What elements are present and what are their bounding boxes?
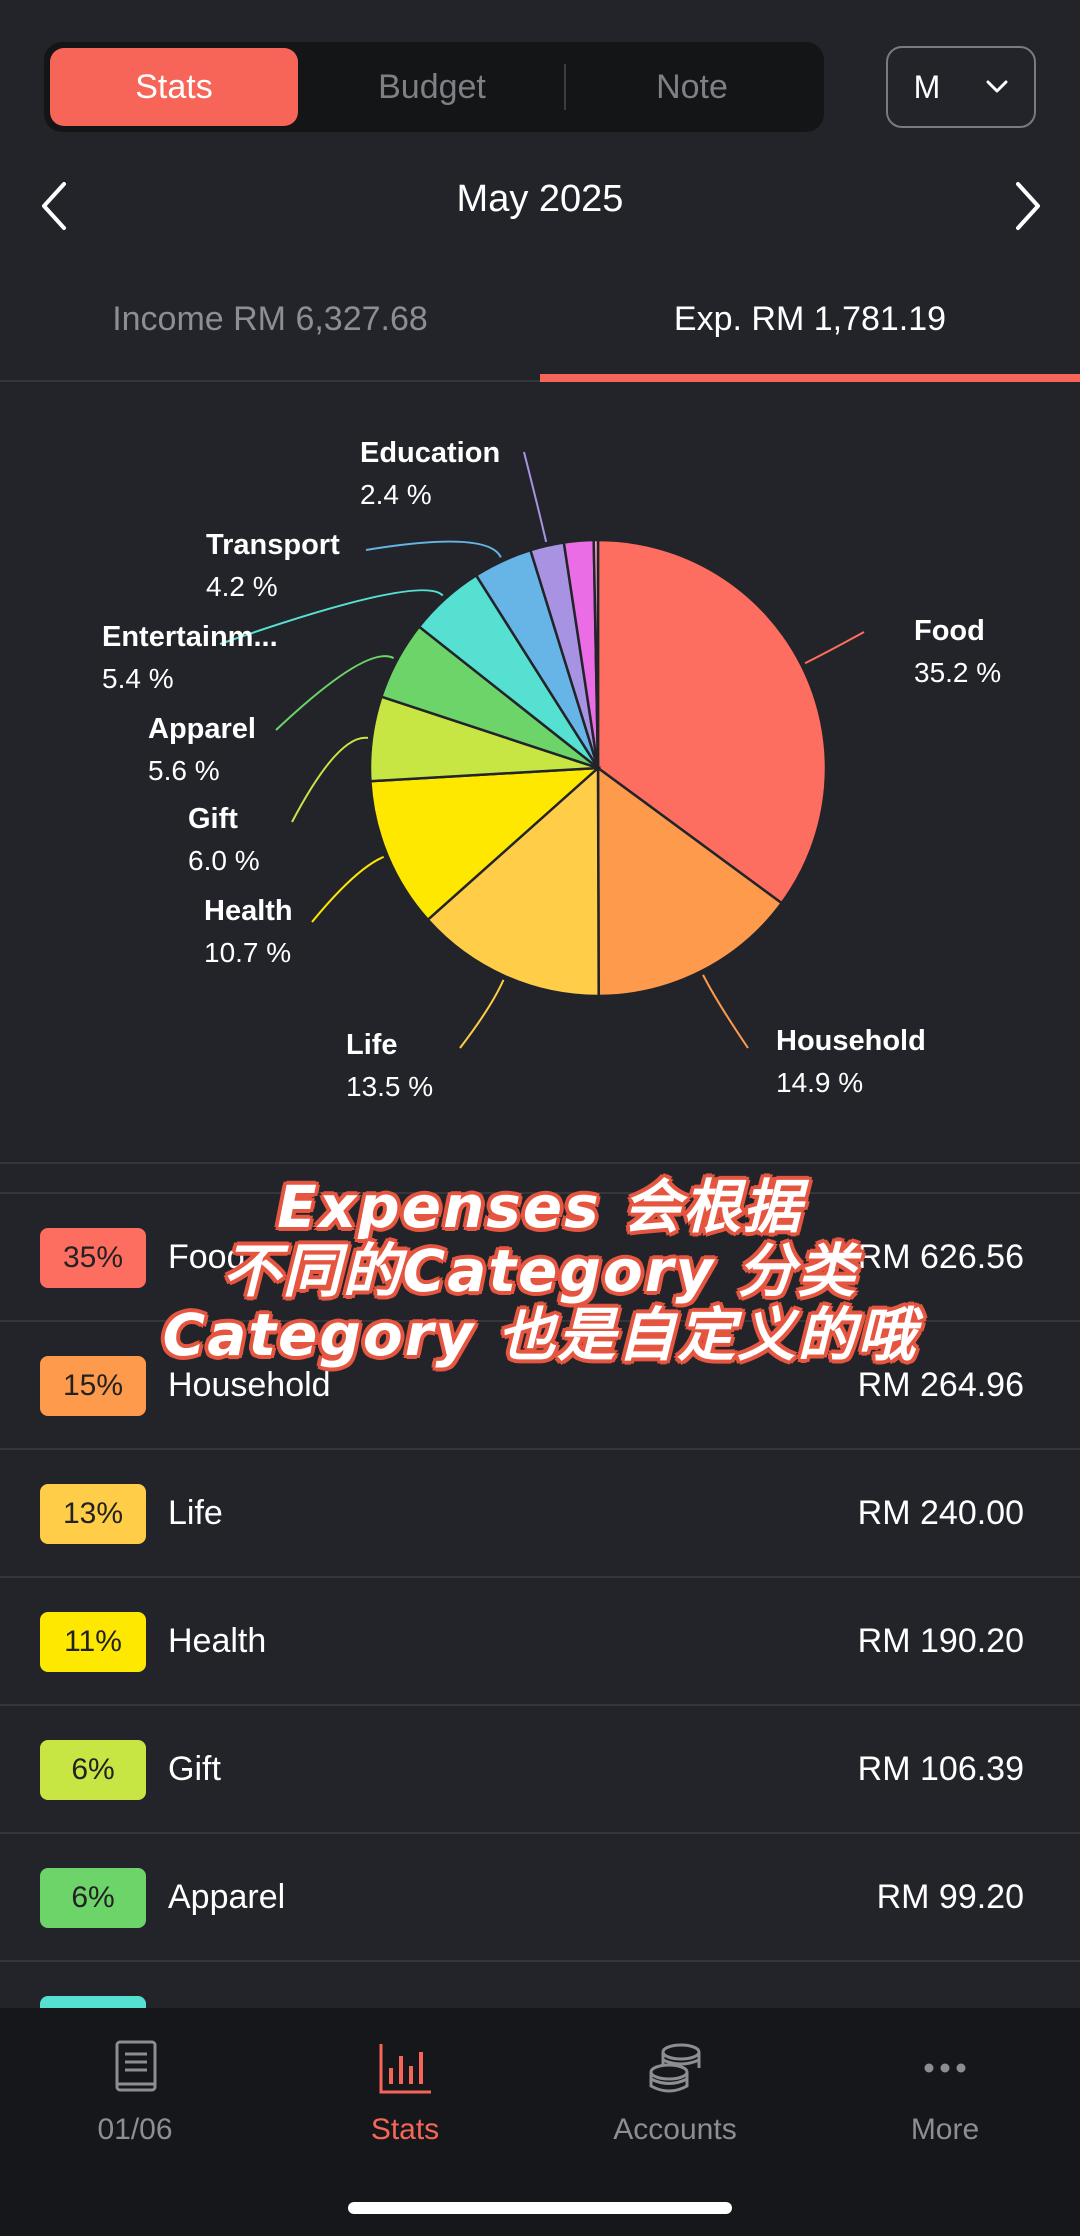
leader-line: [702, 974, 749, 1049]
leader-line: [311, 855, 385, 923]
coins-icon: [649, 2043, 701, 2093]
chevron-down-icon: [986, 80, 1008, 93]
book-icon: [115, 2040, 157, 2092]
caption-line-3: Category 也是自定义的哦: [162, 1301, 918, 1369]
category-amount: RM 99.20: [876, 1878, 1024, 1916]
slice-label: Life: [346, 1029, 398, 1061]
slice-percent-label: 10.7 %: [204, 937, 291, 968]
list-item[interactable]: 13% Life RM 240.00: [0, 1448, 1080, 1576]
leader-line: [365, 540, 502, 558]
category-name: Apparel: [168, 1878, 286, 1916]
percent-badge: 13%: [40, 1484, 146, 1544]
list-item[interactable]: 6% Apparel RM 99.20: [0, 1832, 1080, 1960]
percent-badge: 6%: [40, 1868, 146, 1928]
category-amount: RM 106.39: [857, 1750, 1024, 1788]
tab-note[interactable]: Note: [566, 48, 818, 126]
nav-label: Stats: [370, 2113, 440, 2146]
slice-label: Education: [360, 437, 500, 469]
slice-percent-label: 14.9 %: [776, 1067, 863, 1098]
nav-stats[interactable]: Stats: [270, 2028, 540, 2147]
month-title: May 2025: [456, 178, 624, 220]
chevron-right-icon[interactable]: [1006, 180, 1046, 232]
slice-percent-label: 35.2 %: [914, 657, 1001, 688]
list-item[interactable]: 6% Gift RM 106.39: [0, 1704, 1080, 1832]
leader-line: [291, 736, 369, 823]
income-expense-tabs: Income RM 6,327.68 Exp. RM 1,781.19: [0, 280, 1080, 382]
view-segmented-control: Stats Budget Note: [44, 42, 824, 132]
slice-percent-label: 6.0 %: [188, 845, 260, 876]
home-indicator: [348, 2202, 732, 2214]
leader-line: [459, 979, 505, 1049]
expense-tab[interactable]: Exp. RM 1,781.19: [540, 300, 1080, 339]
category-name: Gift: [168, 1750, 221, 1788]
active-tab-indicator: [540, 374, 1080, 382]
leader-line: [523, 451, 548, 543]
income-tab[interactable]: Income RM 6,327.68: [0, 300, 540, 339]
percent-badge: 11%: [40, 1612, 146, 1672]
nav-book[interactable]: 01/06: [0, 2028, 270, 2147]
period-dropdown[interactable]: M: [886, 46, 1036, 128]
category-name: Life: [168, 1494, 223, 1532]
category-amount: RM 190.20: [857, 1622, 1024, 1660]
nav-accounts[interactable]: Accounts: [540, 2028, 810, 2147]
slice-label: Health: [204, 895, 293, 927]
list-item[interactable]: 11% Health RM 190.20: [0, 1576, 1080, 1704]
slice-percent-label: 5.4 %: [102, 663, 174, 694]
slice-label: Transport: [206, 529, 340, 561]
slice-label: Food: [914, 615, 985, 647]
tab-stats[interactable]: Stats: [50, 48, 298, 126]
expense-pie-chart: Food 35.2 % Household 14.9 % Life 13.5 % Healt…: [102, 437, 1001, 1102]
slice-percent-label: 13.5 %: [346, 1071, 433, 1102]
slice-percent-label: 2.4 %: [360, 479, 432, 510]
slice-label: Gift: [188, 803, 238, 835]
nav-label: More: [910, 2113, 980, 2146]
percent-badge: 6%: [40, 1740, 146, 1800]
slice-percent-label: 4.2 %: [206, 571, 278, 602]
nav-label: Accounts: [613, 2113, 737, 2146]
category-name: Health: [168, 1622, 267, 1660]
leader-line: [804, 631, 865, 665]
slice-label: Apparel: [148, 713, 256, 745]
nav-label: 01/06: [97, 2113, 173, 2146]
category-amount: RM 240.00: [857, 1494, 1024, 1532]
more-dots-icon: [924, 2063, 966, 2073]
period-value: M: [913, 68, 941, 105]
slice-label: Entertainm...: [102, 621, 278, 653]
slice-percent-label: 5.6 %: [148, 755, 220, 786]
bar-chart-icon: [379, 2044, 431, 2094]
tab-budget[interactable]: Budget: [302, 48, 562, 126]
nav-more[interactable]: More: [810, 2028, 1080, 2147]
slice-label: Household: [776, 1025, 926, 1057]
